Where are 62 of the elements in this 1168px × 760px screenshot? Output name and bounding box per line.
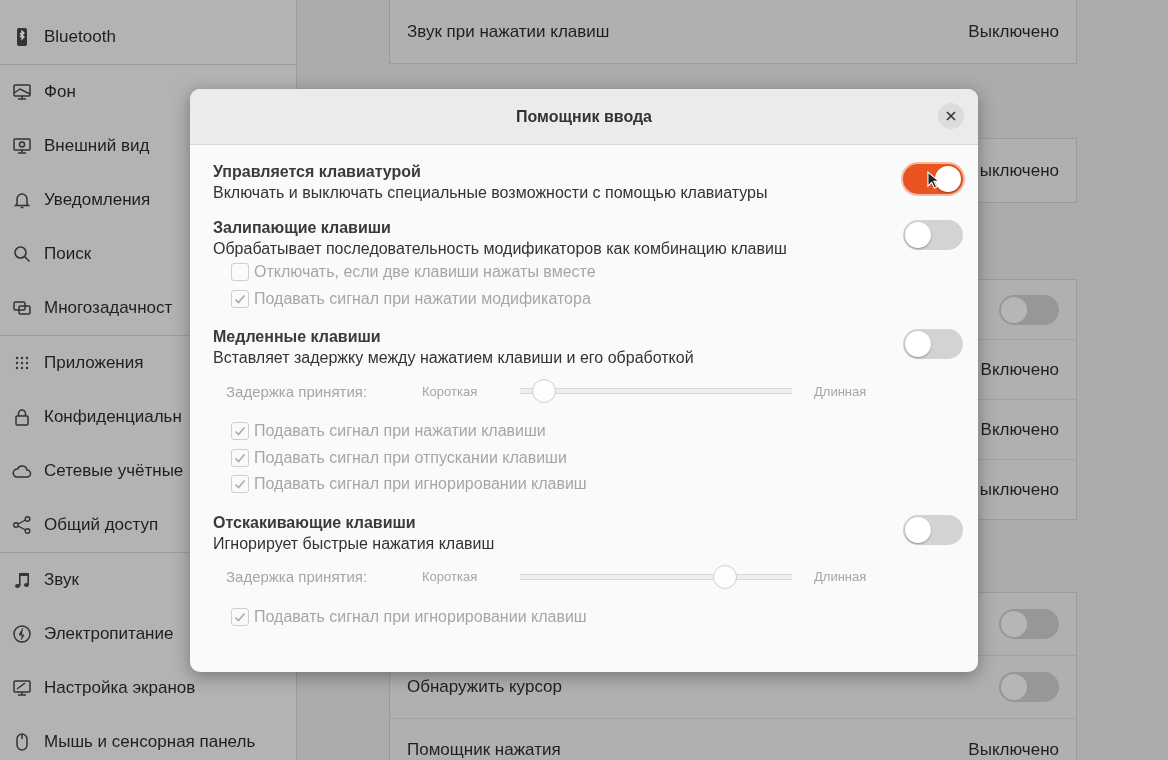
checkbox-label: Подавать сигнал при игнорировании клавиш [254,475,587,494]
sidebar-item[interactable]: Bluetooth [0,10,296,64]
setting-title: Отскакивающие клавиши [213,512,417,533]
checkbox[interactable] [231,475,249,494]
checkbox-label: Подавать сигнал при игнорировании клавиш [254,607,587,626]
lock-icon [12,407,32,427]
slider-max-label: Длинная [814,383,867,399]
search-icon [12,244,32,264]
slider-min-label: Короткая [422,569,479,584]
checkbox-label: Подавать сигнал при отпускании клавиши [254,448,567,467]
sidebar-item[interactable]: Настройка экранов [0,661,296,715]
row-label: Помощник нажатия [407,740,561,760]
dialog-title: Помощник ввода [516,107,652,126]
row-value: Выключено [968,740,1059,760]
toggle-switch[interactable] [999,294,1059,325]
checkbox[interactable] [231,607,249,626]
sidebar-item[interactable]: Мышь и сенсорная панель [0,715,296,760]
toggle-switch[interactable] [903,164,963,194]
slider-min-label: Короткая [422,383,479,399]
checkbox-label: Отключать, если две клавиши нажаты вместе [254,263,596,282]
wallpaper-icon [12,82,32,102]
toggle-switch[interactable] [903,220,963,250]
setting-description: Вставляет задержку между нажатием клавиши и его обработкой [213,348,694,368]
row-value: Включено [980,359,1059,380]
bell-icon [12,190,32,210]
checkmark-icon [233,477,247,492]
row-value: Включено [980,419,1059,440]
setting-title: Медленные клавиши [213,327,382,347]
multitask-icon [12,298,32,318]
note-icon [12,570,32,590]
checkbox[interactable] [231,289,249,308]
row-value: ыключено [979,160,1059,181]
checkbox[interactable] [231,422,249,441]
row-value: ыключено [979,479,1059,500]
toggle-switch[interactable] [999,672,1059,702]
slider-label: Задержка принятия: [226,568,369,585]
close-button[interactable] [938,103,964,129]
close-icon [946,111,956,121]
checkbox[interactable] [231,448,249,467]
appearance-icon [12,136,32,156]
checkmark-icon [233,424,247,439]
share-icon [12,515,32,535]
setting-title: Управляется клавиатурой [213,162,422,182]
power-icon [12,624,32,644]
checkbox-label: Подавать сигнал при нажатии клавиши [254,422,546,441]
row-label: Звук при нажатии клавиш [407,21,610,42]
checkbox[interactable] [231,263,249,282]
toggle-switch[interactable] [903,329,963,359]
slider-max-label: Длинная [814,569,867,584]
display-icon [12,678,32,698]
checkbox-label: Подавать сигнал при нажатии модификатора [254,289,591,308]
row-label: Обнаружить курсор [407,677,562,697]
toggle-switch[interactable] [999,609,1059,639]
slider-label: Задержка принятия: [226,382,369,400]
setting-description: Игнорирует быстрые нажатия клавиш [213,533,495,554]
setting-description: Обрабатывает последовательность модификаторов как комбинацию клавиш [213,239,787,259]
toggle-switch[interactable] [903,514,963,545]
mouse-pointer-icon [927,171,940,190]
setting-description: Включать и выключать специальные возможности с помощью клавиатуры [213,183,768,203]
setting-title: Залипающие клавиши [213,218,392,238]
row-value: Выключено [968,21,1059,42]
sidebar-item[interactable]: Фон [0,65,296,119]
